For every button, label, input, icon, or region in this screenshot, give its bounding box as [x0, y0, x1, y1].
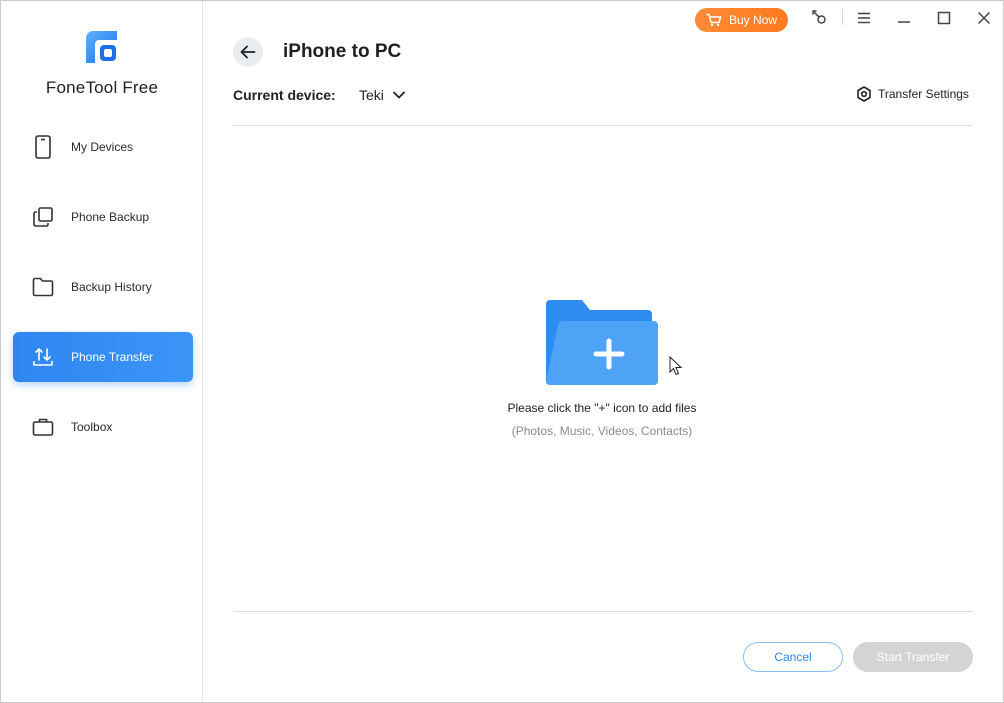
backup-icon	[32, 206, 54, 228]
app-name: FoneTool Free	[45, 78, 159, 97]
file-types-hint: (Photos, Music, Videos, Contacts)	[511, 424, 693, 438]
fonetool-logo-icon	[83, 28, 121, 66]
cancel-button[interactable]: Cancel	[743, 642, 843, 672]
add-files-hint: Please click the "+" icon to add files	[507, 401, 697, 415]
transfer-settings-button[interactable]: Transfer Settings	[856, 85, 969, 103]
menu-icon[interactable]	[851, 7, 877, 29]
sidebar-item-label: Phone Backup	[71, 210, 150, 224]
app-window: FoneTool Free My Devices Phone Backup Ba…	[0, 0, 1004, 703]
minimize-icon[interactable]	[891, 7, 917, 29]
add-files-folder-button[interactable]	[546, 299, 659, 386]
cart-icon	[706, 13, 722, 27]
sidebar-item-phone-transfer[interactable]: Phone Transfer	[13, 332, 193, 382]
transfer-settings-label: Transfer Settings	[878, 87, 969, 101]
close-icon[interactable]	[971, 7, 997, 29]
start-transfer-button[interactable]: Start Transfer	[853, 642, 973, 672]
buy-now-button[interactable]: Buy Now	[695, 8, 788, 32]
sidebar-item-toolbox[interactable]: Toolbox	[13, 402, 193, 452]
footer-divider	[233, 611, 973, 612]
device-dropdown-value: Teki	[359, 87, 384, 103]
current-device-label: Current device:	[233, 87, 336, 103]
header-divider	[233, 125, 973, 126]
chevron-down-icon	[393, 91, 405, 99]
gear-icon	[856, 86, 872, 102]
folder-icon	[32, 276, 54, 298]
titlebar-separator	[842, 9, 843, 25]
phone-icon	[32, 135, 54, 159]
sidebar-item-phone-backup[interactable]: Phone Backup	[13, 192, 193, 242]
sidebar-item-label: Toolbox	[71, 420, 113, 434]
mouse-cursor-icon	[669, 355, 683, 376]
back-button[interactable]	[233, 37, 263, 67]
page-title: iPhone to PC	[283, 41, 402, 62]
sidebar-item-backup-history[interactable]: Backup History	[13, 262, 193, 312]
sidebar-item-my-devices[interactable]: My Devices	[13, 122, 193, 172]
sidebar: FoneTool Free My Devices Phone Backup Ba…	[1, 1, 203, 702]
transfer-icon	[32, 346, 54, 368]
arrow-left-icon	[240, 45, 256, 59]
buy-now-label: Buy Now	[728, 13, 778, 27]
sidebar-item-label: Phone Transfer	[71, 350, 154, 364]
key-icon[interactable]	[806, 7, 832, 29]
sidebar-item-label: Backup History	[71, 280, 152, 294]
device-dropdown[interactable]: Teki	[359, 85, 405, 105]
sidebar-item-label: My Devices	[71, 140, 134, 154]
toolbox-icon	[32, 416, 54, 438]
maximize-icon[interactable]	[931, 7, 957, 29]
